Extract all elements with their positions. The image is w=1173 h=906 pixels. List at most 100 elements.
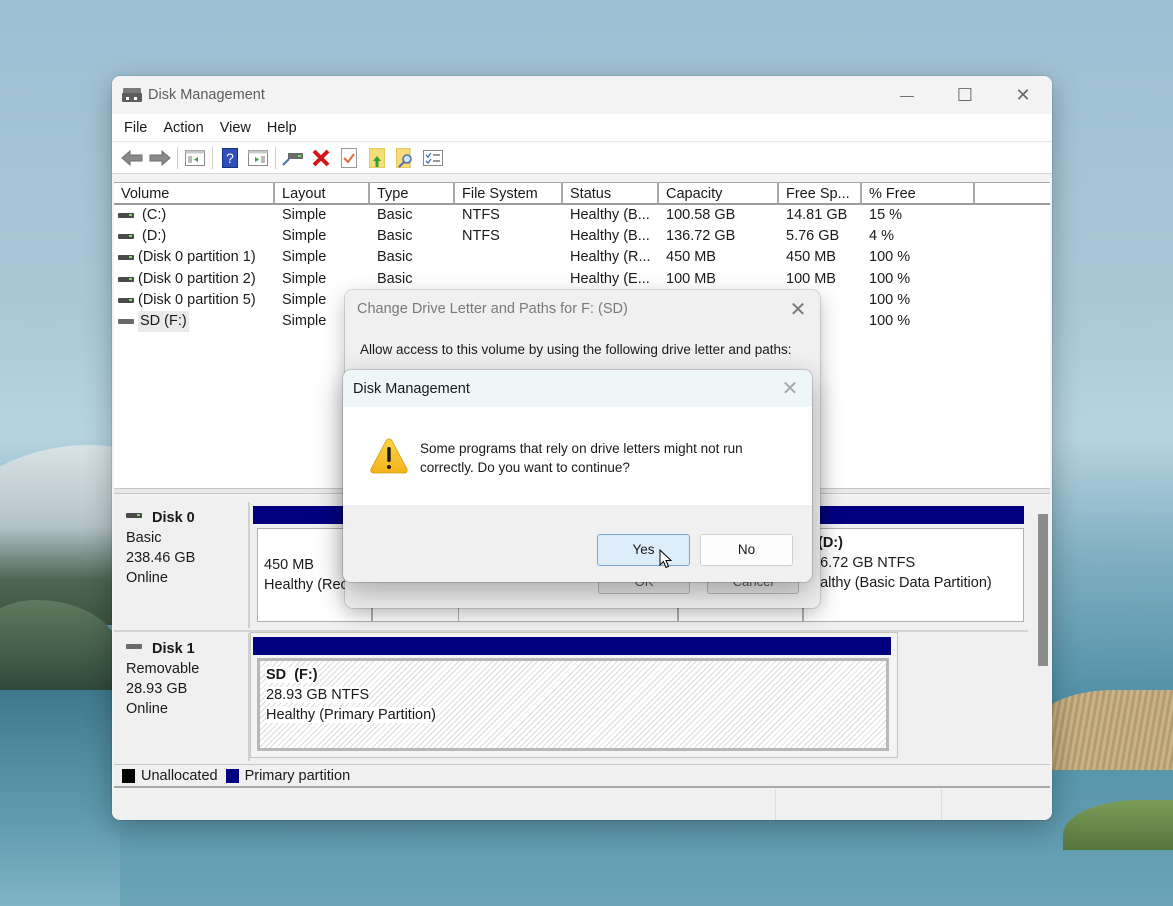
action-pane-icon xyxy=(248,149,268,166)
volume-row[interactable]: (C:) Simple Basic NTFS Healthy (B... 100.58 G… xyxy=(114,205,1050,226)
volume-row[interactable]: (D:) Simple Basic NTFS Healthy (B... 136.72 G… xyxy=(114,226,1050,247)
status-cell xyxy=(112,789,776,820)
disk-management-app-icon xyxy=(122,87,142,103)
minimize-button[interactable]: — xyxy=(878,76,936,114)
partition-name: (D:) xyxy=(818,535,843,551)
legend-primary-partition: Primary partition xyxy=(225,767,351,784)
column-header-type[interactable]: Type xyxy=(370,183,455,203)
disk-icon xyxy=(126,512,142,518)
drive-icon xyxy=(118,213,134,219)
partition-size: 36.72 GB NTFS xyxy=(812,555,916,571)
cell-percent-free: 100 % xyxy=(869,291,911,308)
properties-button[interactable] xyxy=(335,145,363,171)
delete-button[interactable] xyxy=(307,145,335,171)
forward-arrow-icon xyxy=(149,149,171,166)
cell-status: Healthy (B... xyxy=(570,228,650,245)
column-header-capacity[interactable]: Capacity xyxy=(659,183,779,203)
confirm-dialog: Disk Management ✕ Some programs that rel… xyxy=(343,370,812,582)
drive-icon xyxy=(118,255,134,261)
partition-status: Healthy (Primary Partition) xyxy=(266,707,437,723)
disk-0-partition-d[interactable]: (D:) 36.72 GB NTFS ealthy (Basic Data Pa… xyxy=(803,528,1024,622)
cell-type: Basic xyxy=(377,270,413,287)
yes-button[interactable]: Yes xyxy=(597,534,690,566)
cell-status: Healthy (R... xyxy=(570,249,651,266)
title-bar[interactable]: Disk Management — ☐ ✕ xyxy=(112,76,1052,114)
connect-disk-button[interactable] xyxy=(279,145,307,171)
disk-connect-icon xyxy=(282,152,303,166)
cell-volume: (Disk 0 partition 5) xyxy=(114,290,275,311)
confirm-dialog-close-icon[interactable]: ✕ xyxy=(768,376,812,401)
cell-volume: (Disk 0 partition 1) xyxy=(114,247,275,268)
back-button[interactable] xyxy=(118,145,146,171)
menu-help[interactable]: Help xyxy=(261,120,303,136)
column-header-layout[interactable]: Layout xyxy=(275,183,370,203)
partition-status: ealthy (Basic Data Partition) xyxy=(812,575,992,591)
legend: Unallocated Primary partition xyxy=(114,764,1050,788)
toolbar-separator xyxy=(212,146,213,169)
cell-layout: Simple xyxy=(282,228,327,245)
wallpaper-lake xyxy=(0,690,120,906)
show-action-pane-button[interactable] xyxy=(244,145,272,171)
forward-button[interactable] xyxy=(146,145,174,171)
disk-1-info[interactable]: Disk 1 Removable 28.93 GB Online xyxy=(116,633,250,761)
confirm-message-line-1: Some programs that rely on drive letters… xyxy=(420,441,743,456)
menu-view[interactable]: View xyxy=(214,120,257,136)
legend-label: Primary partition xyxy=(244,767,351,784)
legend-label: Unallocated xyxy=(141,767,218,784)
disk-1-partition-sd[interactable]: SD (F:) 28.93 GB NTFS Healthy (Primary P… xyxy=(257,658,889,751)
confirm-dialog-title-bar[interactable]: Disk Management ✕ xyxy=(343,370,812,407)
volume-name: (D:) xyxy=(138,228,167,245)
cell-layout: Simple xyxy=(282,249,327,266)
legend-unallocated: Unallocated xyxy=(122,768,218,784)
confirm-message-line-2: correctly. Do you want to continue? xyxy=(420,460,630,475)
warning-icon xyxy=(370,438,408,474)
disk-1-row: Disk 1 Removable 28.93 GB Online SD (F:)… xyxy=(114,632,1028,761)
column-header-free-space[interactable]: Free Sp... xyxy=(779,183,862,203)
column-header-file-system[interactable]: File System xyxy=(455,183,563,203)
disk-0-type: Basic xyxy=(126,530,162,546)
legend-swatch-unallocated xyxy=(122,768,135,783)
no-button[interactable]: No xyxy=(700,534,793,566)
mouse-cursor-icon xyxy=(659,549,673,569)
menu-file[interactable]: File xyxy=(118,120,153,136)
change-drive-letter-title-bar[interactable]: Change Drive Letter and Paths for F: (SD… xyxy=(345,290,820,328)
partition-name: SD (F:) xyxy=(266,667,318,683)
cell-volume: (D:) xyxy=(114,226,275,247)
column-header-percent-free[interactable]: % Free xyxy=(862,183,975,203)
close-button[interactable]: ✕ xyxy=(994,76,1052,114)
column-header-volume[interactable]: Volume xyxy=(114,183,275,203)
settings-list-button[interactable] xyxy=(419,145,447,171)
upload-button[interactable] xyxy=(363,145,391,171)
toolbar: ? xyxy=(112,142,1052,174)
cell-capacity: 100.58 GB xyxy=(666,207,736,223)
volume-row[interactable]: (Disk 0 partition 2) Simple Basic Healthy (… xyxy=(114,269,1050,290)
show-hide-console-tree-button[interactable] xyxy=(181,145,209,171)
svg-text:?: ? xyxy=(226,150,234,166)
disk-0-info[interactable]: Disk 0 Basic 238.46 GB Online xyxy=(116,502,250,628)
cell-type: Basic xyxy=(377,228,413,245)
maximize-button[interactable]: ☐ xyxy=(936,76,994,114)
cell-volume: SD (F:) xyxy=(114,311,275,333)
column-header-empty xyxy=(975,183,1050,203)
cell-percent-free: 4 % xyxy=(869,228,894,245)
help-icon: ? xyxy=(222,147,238,168)
disk-1-state: Online xyxy=(126,701,168,717)
change-drive-letter-close-icon[interactable]: ✕ xyxy=(776,297,820,322)
column-header-status[interactable]: Status xyxy=(563,183,659,203)
cell-percent-free: 100 % xyxy=(869,249,911,266)
change-drive-letter-description: Allow access to this volume by using the… xyxy=(360,342,792,357)
volume-name: (Disk 0 partition 5) xyxy=(138,291,256,308)
delete-x-icon xyxy=(312,149,330,166)
cell-status: Healthy (B... xyxy=(570,207,650,223)
drive-icon xyxy=(118,276,134,282)
disk-map-scrollbar[interactable] xyxy=(1038,514,1048,666)
volume-row[interactable]: (Disk 0 partition 1) Simple Basic Healthy (… xyxy=(114,247,1050,268)
help-button[interactable]: ? xyxy=(216,145,244,171)
status-cell xyxy=(942,789,1052,820)
cell-free-space: 14.81 GB xyxy=(786,207,848,223)
cell-type: Basic xyxy=(377,249,413,266)
search-button[interactable] xyxy=(391,145,419,171)
menu-action[interactable]: Action xyxy=(157,120,209,136)
folder-search-icon xyxy=(396,147,412,168)
volume-list-header: Volume Layout Type File System Status Ca… xyxy=(114,183,1050,205)
